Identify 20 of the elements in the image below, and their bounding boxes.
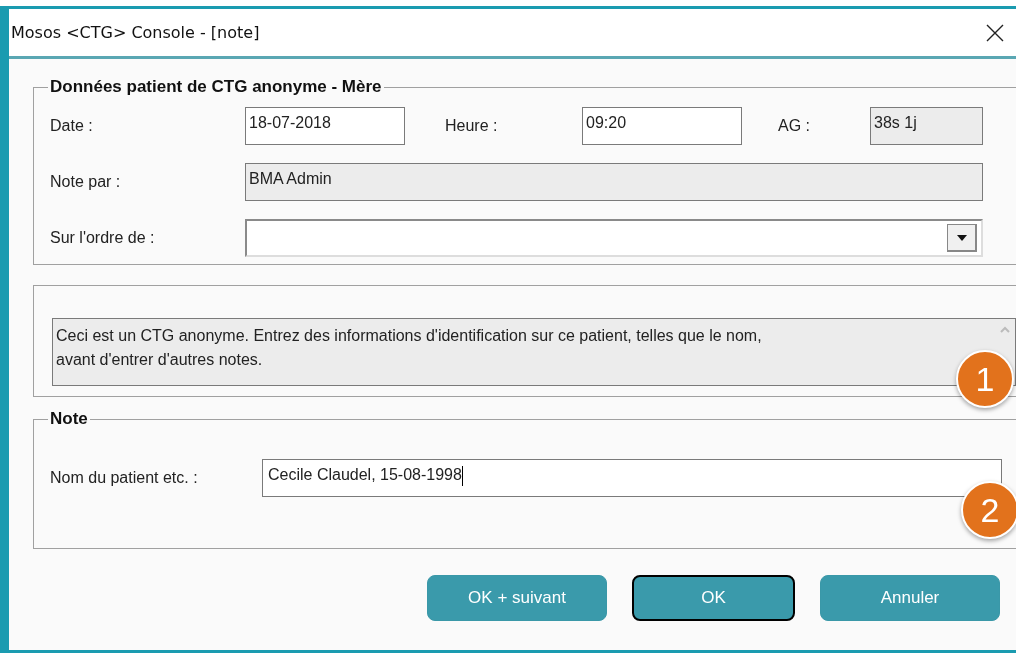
patient-name-label: Nom du patient etc. : <box>50 469 199 487</box>
dropdown-button[interactable] <box>947 224 977 252</box>
ordered-by-label: Sur l'ordre de : <box>50 229 156 247</box>
ga-field: 38s 1j <box>870 107 983 145</box>
caret-icon <box>955 233 968 242</box>
group-title: Note <box>49 409 89 429</box>
close-icon[interactable] <box>986 23 1004 42</box>
callout-badge: 2 <box>961 481 1016 539</box>
window-title: Mosos <CTG> Console - [note] <box>11 23 260 42</box>
ga-label: AG : <box>778 117 811 135</box>
time-label: Heure : <box>445 117 499 135</box>
group-title: Données patient de CTG anonyme - Mère <box>49 77 383 97</box>
patient-name-field[interactable]: Cecile Claudel, 15-08-1998 <box>262 459 1002 497</box>
info-message: Ceci est un CTG anonyme. Entrez des informations d'identification sur ce patient, telles que le nom, avant d'entrer d'autres notes. <box>56 326 763 370</box>
callout-badge: 1 <box>956 350 1014 408</box>
date-field[interactable]: 18-07-2018 <box>245 107 405 145</box>
note-by-label: Note par : <box>50 173 122 191</box>
time-field[interactable]: 09:20 <box>582 107 742 145</box>
date-label: Date : <box>50 117 94 135</box>
note-by-field: BMA Admin <box>245 163 983 201</box>
